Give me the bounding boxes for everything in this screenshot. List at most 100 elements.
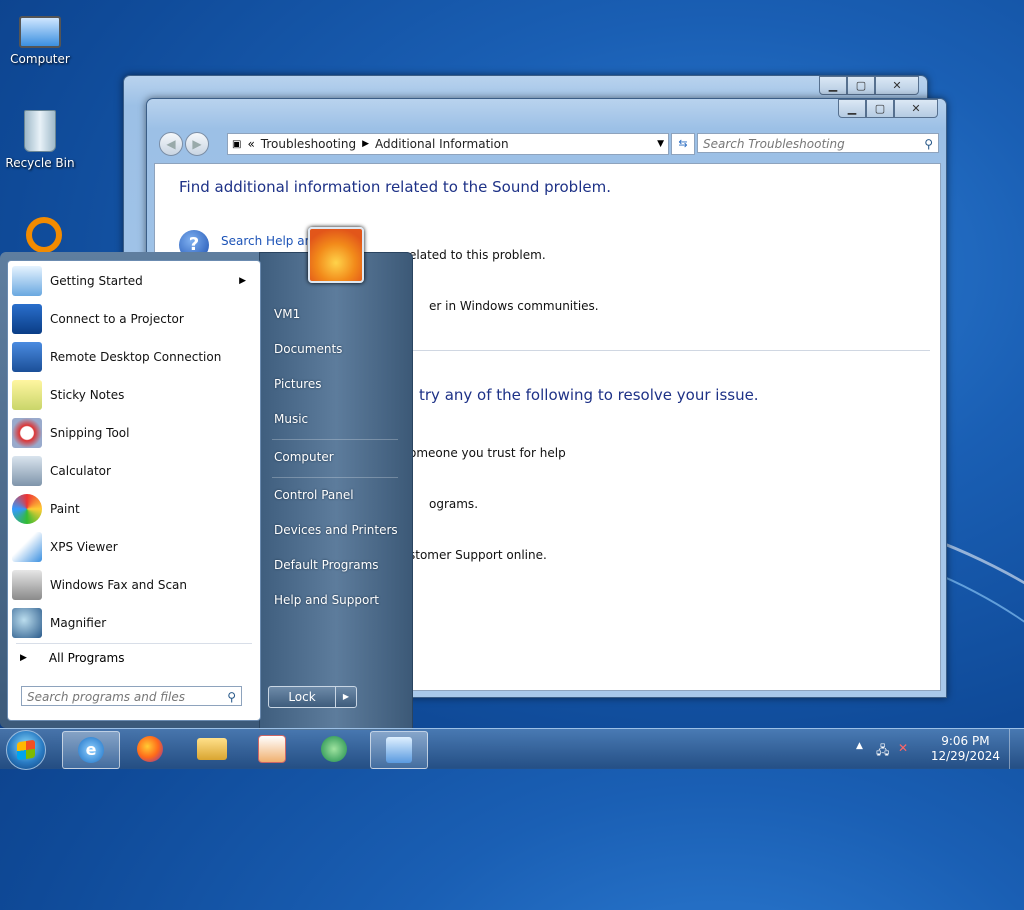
refresh-button[interactable]: ⇆: [671, 133, 695, 155]
magnifier-icon: [12, 608, 42, 638]
start-item-user[interactable]: VM1: [274, 307, 300, 321]
search-input[interactable]: Search Troubleshooting ⚲: [697, 133, 939, 153]
minimize-button[interactable]: ▁: [819, 76, 847, 95]
program-fax-scan[interactable]: Windows Fax and Scan: [12, 567, 252, 603]
taskbar-file-explorer[interactable]: [184, 731, 240, 767]
back-button[interactable]: ◀: [159, 132, 183, 156]
all-programs-label: All Programs: [48, 651, 125, 665]
program-getting-started[interactable]: Getting Started ▶: [12, 263, 252, 299]
navigation-bar: ◀ ▶ ▣ « Troubleshooting ▶ Additional Inf…: [153, 131, 940, 157]
window-controls: ▁ ▢ ✕: [819, 76, 919, 95]
window-controls: ▁ ▢ ✕: [838, 99, 938, 118]
clock-time: 9:06 PM: [941, 734, 990, 748]
maximize-button[interactable]: ▢: [847, 76, 875, 95]
program-remote-desktop[interactable]: Remote Desktop Connection: [12, 339, 252, 375]
program-label: Connect to a Projector: [50, 312, 184, 326]
option-text: elated to this problem.: [409, 248, 546, 262]
search-icon[interactable]: ⚲: [924, 134, 933, 154]
program-xps-viewer[interactable]: XPS Viewer: [12, 529, 252, 565]
breadcrumb-root[interactable]: Troubleshooting: [261, 137, 356, 151]
close-button[interactable]: ✕: [894, 99, 938, 118]
program-calculator[interactable]: Calculator: [12, 453, 252, 489]
start-button[interactable]: [6, 730, 46, 770]
user-picture[interactable]: [308, 227, 364, 283]
start-search-input[interactable]: Search programs and files ⚲: [21, 686, 242, 706]
lock-button[interactable]: Lock: [268, 686, 336, 708]
maximize-button[interactable]: ▢: [866, 99, 894, 118]
start-item-control-panel[interactable]: Control Panel: [274, 488, 354, 502]
desktop-icon-recycle-bin[interactable]: Recycle Bin: [0, 110, 80, 170]
desktop-icon-label: Computer: [10, 52, 70, 66]
address-dropdown-icon[interactable]: ▼: [657, 139, 664, 149]
sticky-notes-icon: [12, 380, 42, 410]
control-panel-icon: ▣: [232, 138, 242, 150]
arrow-right-icon: ▶: [20, 653, 27, 663]
breadcrumb-current[interactable]: Additional Information: [375, 137, 509, 151]
network-icon[interactable]: 🖧: [876, 741, 889, 762]
desktop-app-icon[interactable]: [26, 217, 62, 253]
start-item-documents[interactable]: Documents: [274, 342, 342, 356]
start-item-computer[interactable]: Computer: [274, 450, 334, 464]
program-label: Calculator: [50, 464, 111, 478]
start-item-music[interactable]: Music: [274, 412, 308, 426]
internet-explorer-icon: e: [78, 737, 104, 763]
forward-button[interactable]: ▶: [185, 132, 209, 156]
clock-date: 12/29/2024: [930, 749, 1000, 763]
page-title: Find additional information related to t…: [179, 178, 611, 196]
remote-desktop-icon: [12, 342, 42, 372]
minimize-button[interactable]: ▁: [838, 99, 866, 118]
fax-scan-icon: [12, 570, 42, 600]
divider: [272, 477, 398, 478]
close-button[interactable]: ✕: [875, 76, 919, 95]
shutdown-options-arrow-icon[interactable]: ▶: [335, 686, 357, 708]
taskbar-control-panel[interactable]: [370, 731, 428, 769]
all-programs-button[interactable]: ▶ All Programs: [20, 651, 125, 665]
file-explorer-icon: [197, 738, 227, 760]
desktop-icon-computer[interactable]: Computer: [0, 10, 80, 66]
program-sticky-notes[interactable]: Sticky Notes: [12, 377, 252, 413]
taskbar: e ▲ 🖧 ✕ 9:06 PM 12/29/2024: [0, 728, 1024, 770]
projector-icon: [12, 304, 42, 334]
media-center-icon: [321, 736, 347, 762]
taskbar-media-center[interactable]: [306, 731, 362, 767]
control-panel-icon: [386, 737, 412, 763]
section-heading: try any of the following to resolve your…: [419, 386, 759, 404]
search-help-link[interactable]: Search Help and: [221, 234, 320, 248]
show-desktop-button[interactable]: [1009, 729, 1024, 769]
getting-started-icon: [12, 266, 42, 296]
recycle-bin-icon: [24, 110, 56, 152]
clock[interactable]: 9:06 PM 12/29/2024: [931, 734, 1000, 764]
calculator-icon: [12, 456, 42, 486]
search-icon[interactable]: ⚲: [227, 687, 236, 707]
search-placeholder: Search programs and files: [27, 690, 185, 704]
address-bar[interactable]: ▣ « Troubleshooting ▶ Additional Informa…: [227, 133, 669, 155]
program-magnifier[interactable]: Magnifier: [12, 605, 252, 641]
taskbar-internet-explorer[interactable]: e: [62, 731, 120, 769]
history-chevron-icon[interactable]: «: [247, 137, 254, 151]
start-item-pictures[interactable]: Pictures: [274, 377, 322, 391]
media-player-icon: [258, 735, 286, 763]
program-connect-projector[interactable]: Connect to a Projector: [12, 301, 252, 337]
breadcrumb-separator-icon[interactable]: ▶: [362, 139, 369, 149]
program-label: Snipping Tool: [50, 426, 130, 440]
firefox-icon: [137, 736, 163, 762]
taskbar-firefox[interactable]: [122, 731, 178, 767]
option-text: omeone you trust for help: [409, 446, 566, 460]
volume-muted-icon[interactable]: ✕: [898, 741, 908, 755]
xps-viewer-icon: [12, 532, 42, 562]
program-label: XPS Viewer: [50, 540, 118, 554]
desktop-icon-label: Recycle Bin: [5, 156, 75, 170]
start-item-devices-printers[interactable]: Devices and Printers: [274, 523, 398, 537]
option-text: ograms.: [429, 497, 479, 511]
start-menu: VM1 Documents Pictures Music Computer Co…: [0, 252, 413, 730]
program-paint[interactable]: Paint: [12, 491, 252, 527]
option-text: er in Windows communities.: [429, 299, 599, 313]
taskbar-media-player[interactable]: [244, 731, 300, 767]
option-text: stomer Support online.: [409, 548, 547, 562]
snipping-tool-icon: [12, 418, 42, 448]
show-hidden-icons-icon[interactable]: ▲: [856, 741, 863, 751]
program-snipping-tool[interactable]: Snipping Tool: [12, 415, 252, 451]
submenu-arrow-icon[interactable]: ▶: [239, 276, 246, 286]
start-item-default-programs[interactable]: Default Programs: [274, 558, 379, 572]
start-item-help-support[interactable]: Help and Support: [274, 593, 379, 607]
